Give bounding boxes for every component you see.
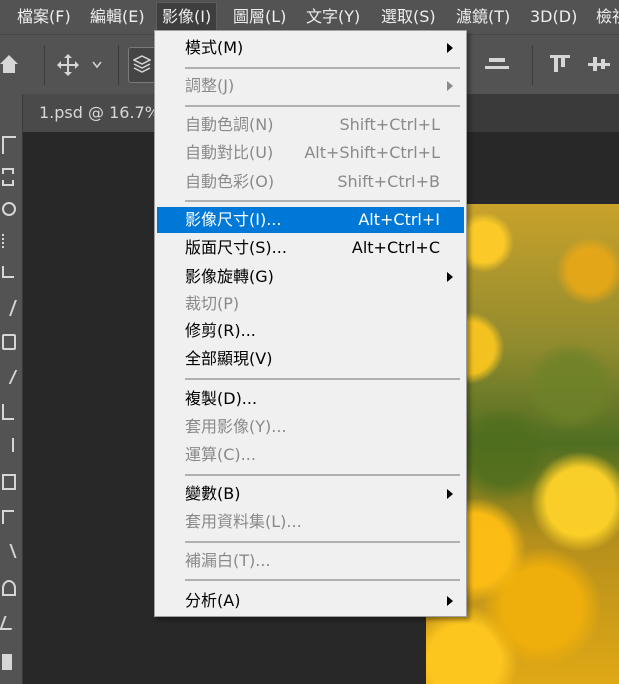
menu-item-label: 套用資料集(L)...	[185, 512, 302, 531]
brush-tool-icon[interactable]	[0, 370, 18, 384]
menu-item-trim[interactable]: 修剪(R)...	[157, 318, 464, 344]
frame-tool-icon[interactable]	[2, 266, 14, 278]
menu-separator	[185, 541, 460, 543]
menu-item-shortcut: Alt+Ctrl+I	[358, 210, 440, 229]
menu-view[interactable]: 檢視	[596, 0, 619, 34]
divider	[44, 45, 45, 85]
tools-panel	[0, 94, 23, 684]
submenu-arrow-icon	[447, 489, 453, 499]
menu-item-shortcut: Alt+Shift+Ctrl+L	[304, 143, 440, 162]
dodge-tool-icon[interactable]	[2, 580, 16, 596]
auto-select-toggle[interactable]	[128, 47, 156, 83]
menu-item-auto-tone[interactable]: 自動色調(N) Shift+Ctrl+L	[157, 112, 464, 138]
menu-item-canvas-size[interactable]: 版面尺寸(S)... Alt+Ctrl+C	[157, 235, 464, 261]
history-brush-icon[interactable]	[2, 438, 14, 452]
menu-item-adjustments[interactable]: 調整(J)	[157, 73, 464, 99]
align-vertical-center-icon[interactable]	[588, 53, 610, 75]
menu-item-label: 裁切(P)	[185, 294, 240, 313]
eraser-tool-icon[interactable]	[2, 474, 16, 490]
menu-item-label: 調整(J)	[185, 76, 235, 95]
menu-item-variables[interactable]: 變數(B)	[157, 481, 464, 507]
menu-item-label: 自動對比(U)	[185, 143, 274, 162]
menu-item-apply-data-set[interactable]: 套用資料集(L)...	[157, 509, 464, 535]
menu-item-trap[interactable]: 補漏白(T)...	[157, 548, 464, 574]
image-menu-dropdown: 模式(M) 調整(J) 自動色調(N) Shift+Ctrl+L 自動對比(U)…	[154, 30, 467, 617]
menu-3d[interactable]: 3D(D)	[530, 0, 577, 34]
crop-tool-icon[interactable]	[2, 234, 14, 248]
menu-file[interactable]: 檔案(F)	[17, 0, 71, 34]
menu-separator	[185, 67, 460, 69]
menu-edit[interactable]: 編輯(E)	[90, 0, 145, 34]
menu-item-reveal-all[interactable]: 全部顯現(V)	[157, 346, 464, 372]
submenu-arrow-icon	[447, 596, 453, 606]
align-top-icon[interactable]	[550, 53, 570, 75]
menu-separator	[185, 378, 460, 380]
align-center-icon[interactable]	[484, 55, 510, 73]
menu-item-label: 模式(M)	[185, 38, 244, 57]
chevron-down-icon[interactable]	[92, 61, 102, 69]
menu-item-label: 變數(B)	[185, 484, 241, 503]
menu-bar: 檔案(F) 編輯(E) 影像(I) 圖層(L) 文字(Y) 選取(S) 濾鏡(T…	[0, 0, 619, 34]
submenu-arrow-icon	[447, 43, 453, 53]
menu-item-label: 修剪(R)...	[185, 321, 256, 340]
eyedropper-tool-icon[interactable]	[0, 300, 17, 316]
divider	[532, 45, 533, 85]
menu-item-label: 補漏白(T)...	[185, 551, 271, 570]
menu-item-apply-image[interactable]: 套用影像(Y)...	[157, 414, 464, 440]
menu-item-label: 套用影像(Y)...	[185, 417, 287, 436]
lasso-tool-icon[interactable]	[2, 168, 14, 186]
submenu-arrow-icon	[447, 272, 453, 282]
type-tool-icon[interactable]	[2, 654, 12, 670]
menu-separator	[185, 200, 460, 202]
quick-select-tool-icon[interactable]	[2, 202, 16, 216]
menu-separator	[185, 579, 460, 581]
menu-type[interactable]: 文字(Y)	[306, 0, 360, 34]
menu-item-analysis[interactable]: 分析(A)	[157, 588, 464, 614]
divider	[118, 45, 119, 85]
menu-item-label: 運算(C)...	[185, 445, 256, 464]
menu-item-label: 全部顯現(V)	[185, 349, 273, 368]
menu-item-shortcut: Shift+Ctrl+L	[339, 115, 440, 134]
menu-item-shortcut: Alt+Ctrl+C	[351, 238, 440, 257]
menu-item-label: 分析(A)	[185, 591, 241, 610]
layers-icon	[133, 55, 151, 73]
blur-tool-icon[interactable]	[0, 544, 17, 558]
menu-layer[interactable]: 圖層(L)	[233, 0, 286, 34]
gradient-tool-icon[interactable]	[2, 510, 14, 524]
menu-item-mode[interactable]: 模式(M)	[157, 35, 464, 61]
menu-item-auto-contrast[interactable]: 自動對比(U) Alt+Shift+Ctrl+L	[157, 140, 464, 166]
home-icon[interactable]	[0, 53, 20, 75]
menu-image[interactable]: 影像(I)	[156, 2, 218, 32]
menu-item-label: 自動色彩(O)	[185, 172, 275, 191]
menu-separator	[185, 474, 460, 476]
menu-item-calculations[interactable]: 運算(C)...	[157, 442, 464, 468]
menu-item-auto-color[interactable]: 自動色彩(O) Shift+Ctrl+B	[157, 169, 464, 195]
menu-item-image-size[interactable]: 影像尺寸(I)... Alt+Ctrl+I	[157, 207, 464, 233]
healing-brush-icon[interactable]	[2, 334, 16, 350]
menu-item-label: 版面尺寸(S)...	[185, 238, 287, 257]
menu-item-duplicate[interactable]: 複製(D)...	[157, 386, 464, 412]
menu-separator	[185, 105, 460, 107]
document-tab[interactable]: 1.psd @ 16.7%	[23, 94, 163, 132]
menu-item-label: 影像尺寸(I)...	[185, 210, 282, 229]
menu-item-label: 自動色調(N)	[185, 115, 274, 134]
menu-select[interactable]: 選取(S)	[381, 0, 436, 34]
move-tool-icon[interactable]	[56, 53, 80, 77]
marquee-tool-icon[interactable]	[2, 136, 16, 154]
submenu-arrow-icon	[447, 81, 453, 91]
menu-item-shortcut: Shift+Ctrl+B	[337, 172, 440, 191]
pen-tool-icon[interactable]	[0, 616, 17, 630]
menu-item-image-rotation[interactable]: 影像旋轉(G)	[157, 264, 464, 290]
menu-item-label: 影像旋轉(G)	[185, 267, 274, 286]
menu-item-crop[interactable]: 裁切(P)	[157, 291, 464, 317]
menu-item-label: 複製(D)...	[185, 389, 258, 408]
clone-stamp-icon[interactable]	[2, 404, 14, 420]
menu-filter[interactable]: 濾鏡(T)	[456, 0, 510, 34]
